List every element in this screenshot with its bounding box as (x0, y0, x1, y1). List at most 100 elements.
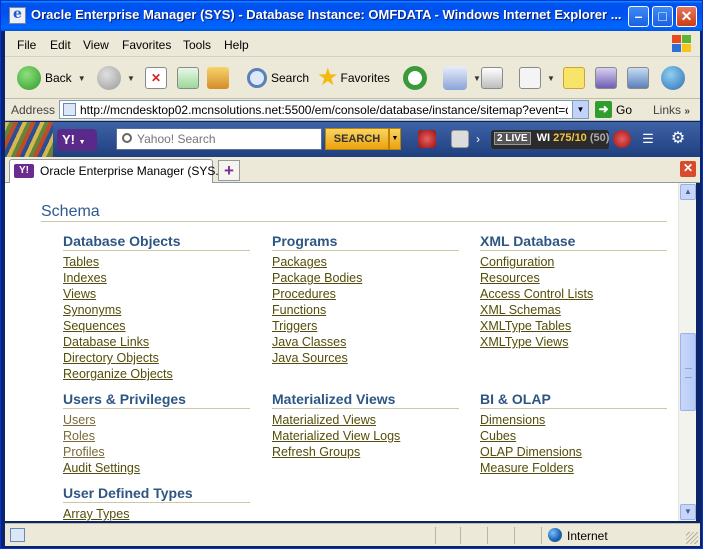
search-button[interactable]: Search (247, 65, 309, 91)
group-heading: Programs (272, 233, 338, 249)
group-divider (63, 408, 250, 409)
yahoo-search-button[interactable]: SEARCH (325, 128, 389, 150)
minimize-button[interactable]: – (628, 6, 649, 27)
yahoo-search-dropdown[interactable]: ▼ (389, 128, 401, 150)
menu-edit[interactable]: Edit (50, 38, 71, 52)
link-array-types[interactable]: Array Types (63, 506, 250, 521)
menu-favorites[interactable]: Favorites (122, 38, 171, 52)
link-resources[interactable]: Resources (480, 270, 667, 286)
group-heading: Materialized Views (272, 391, 396, 407)
menu-help[interactable]: Help (224, 38, 249, 52)
link-users[interactable]: Users (63, 412, 250, 428)
group-divider (272, 408, 459, 409)
back-button[interactable]: Back ▼ (17, 65, 86, 91)
link-tables[interactable]: Tables (63, 254, 250, 270)
menu-file[interactable]: File (17, 38, 36, 52)
address-url[interactable]: http://mcndesktop02.mcnsolutions.net:550… (80, 103, 568, 117)
vertical-scrollbar[interactable]: ▲ ▼ (678, 183, 696, 521)
score-team: WI (536, 132, 551, 144)
favorites-button[interactable]: ★ Favorites (317, 65, 390, 91)
link-roles[interactable]: Roles (63, 428, 250, 444)
print-button[interactable] (481, 65, 503, 91)
research-button[interactable] (627, 65, 649, 91)
link-configuration[interactable]: Configuration (480, 254, 667, 270)
yahoo-search-input[interactable] (137, 132, 317, 146)
link-measure-folders[interactable]: Measure Folders (480, 460, 667, 476)
link-cubes[interactable]: Cubes (480, 428, 667, 444)
cricket-ball-icon[interactable] (418, 130, 436, 148)
gear-icon[interactable]: ⚙ (669, 130, 687, 148)
link-indexes[interactable]: Indexes (63, 270, 250, 286)
edit-button[interactable]: ▼ (519, 65, 555, 91)
link-xmltype-tables[interactable]: XMLType Tables (480, 318, 667, 334)
link-package-bodies[interactable]: Package Bodies (272, 270, 459, 286)
link-materialized-view-logs[interactable]: Materialized View Logs (272, 428, 459, 444)
link-views[interactable]: Views (63, 286, 250, 302)
link-packages[interactable]: Packages (272, 254, 459, 270)
link-java-sources[interactable]: Java Sources (272, 350, 459, 366)
link-synonyms[interactable]: Synonyms (63, 302, 250, 318)
home-button[interactable] (207, 65, 229, 91)
new-tab-button[interactable]: + (218, 160, 240, 181)
yahoo-logo-button[interactable]: Y! ▼ (57, 129, 97, 151)
resize-grip[interactable] (686, 532, 698, 544)
menu-tools[interactable]: Tools (183, 38, 211, 52)
cricket-score-widget[interactable]: 2 LIVE WI 275/10 (50) (491, 130, 609, 149)
mail-icon[interactable] (451, 130, 469, 148)
cricket-ball-icon[interactable] (613, 130, 631, 148)
tab-title: Oracle Enterprise Manager (SYS... (40, 164, 226, 178)
list-icon[interactable]: ☰ (639, 130, 657, 148)
link-dimensions[interactable]: Dimensions (480, 412, 667, 428)
link-triggers[interactable]: Triggers (272, 318, 459, 334)
score-runs: 275/10 (553, 132, 587, 144)
scroll-down-button[interactable]: ▼ (680, 504, 696, 520)
link-profiles[interactable]: Profiles (63, 444, 250, 460)
forward-button[interactable]: ▼ (97, 65, 135, 91)
address-field[interactable]: http://mcndesktop02.mcnsolutions.net:550… (59, 100, 589, 119)
stop-button[interactable]: ✕ (145, 65, 167, 91)
history-button[interactable] (403, 65, 427, 91)
scroll-up-button[interactable]: ▲ (680, 184, 696, 200)
chevron-down-icon: ▼ (77, 73, 86, 83)
link-materialized-views[interactable]: Materialized Views (272, 412, 459, 428)
notes-button[interactable] (563, 65, 585, 91)
yahoo-search-box[interactable] (116, 128, 322, 150)
contacts-button[interactable] (661, 65, 685, 91)
messenger-button[interactable] (595, 65, 617, 91)
link-audit-settings[interactable]: Audit Settings (63, 460, 250, 476)
search-label: Search (271, 71, 310, 85)
close-window-button[interactable]: ✕ (676, 6, 697, 27)
link-xmltype-views[interactable]: XMLType Views (480, 334, 667, 350)
go-button[interactable]: ➜ Go (595, 101, 632, 118)
address-dropdown-button[interactable]: ▼ (572, 101, 588, 118)
link-procedures[interactable]: Procedures (272, 286, 459, 302)
maximize-button[interactable]: □ (652, 6, 673, 27)
link-database-links[interactable]: Database Links (63, 334, 250, 350)
link-xml-schemas[interactable]: XML Schemas (480, 302, 667, 318)
refresh-icon (177, 67, 199, 89)
group-materialized-views: Materialized Views Materialized Views Ma… (272, 391, 459, 460)
link-access-control-lists[interactable]: Access Control Lists (480, 286, 667, 302)
chevron-right-icon[interactable]: › (476, 130, 486, 148)
mail-button[interactable]: ▼ (443, 65, 481, 91)
link-refresh-groups[interactable]: Refresh Groups (272, 444, 459, 460)
group-heading: Database Objects (63, 233, 181, 249)
menu-view[interactable]: View (83, 38, 109, 52)
group-heading: BI & OLAP (480, 391, 551, 407)
group-users-privileges: Users & Privileges Users Roles Profiles … (63, 391, 250, 476)
close-tab-button[interactable]: ✕ (680, 161, 696, 177)
links-button[interactable]: Links » (653, 103, 690, 117)
refresh-button[interactable] (177, 65, 199, 91)
star-icon: ★ (317, 64, 339, 91)
link-directory-objects[interactable]: Directory Objects (63, 350, 250, 366)
scroll-thumb[interactable] (680, 333, 696, 411)
page-icon (63, 103, 76, 116)
link-reorganize-objects[interactable]: Reorganize Objects (63, 366, 250, 382)
link-olap-dimensions[interactable]: OLAP Dimensions (480, 444, 667, 460)
link-functions[interactable]: Functions (272, 302, 459, 318)
tab-oracle-em[interactable]: Y! Oracle Enterprise Manager (SYS... (9, 159, 225, 183)
link-sequences[interactable]: Sequences (63, 318, 250, 334)
links-label: Links (653, 103, 682, 117)
yahoo-favicon-icon: Y! (14, 164, 34, 178)
link-java-classes[interactable]: Java Classes (272, 334, 459, 350)
